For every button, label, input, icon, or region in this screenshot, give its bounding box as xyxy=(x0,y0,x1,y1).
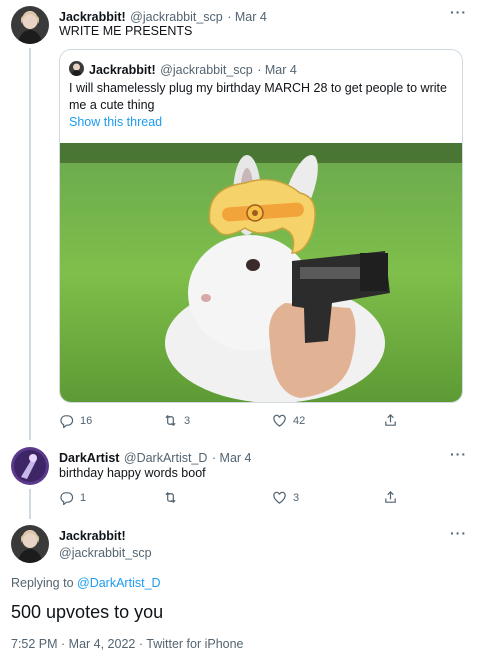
tweet1-time[interactable]: · Mar 4 xyxy=(227,10,267,24)
reply-icon xyxy=(60,492,74,505)
more-dots-icon[interactable]: ··· xyxy=(450,446,467,462)
tweet1-author-name[interactable]: Jackrabbit! xyxy=(59,10,126,24)
avatar-jackrabbit[interactable] xyxy=(11,6,49,44)
tweet1-retweet-count: 3 xyxy=(184,414,191,427)
tweet1-retweet-action[interactable]: 3 xyxy=(163,413,190,428)
main-author-name[interactable]: Jackrabbit! xyxy=(59,529,126,543)
share-icon xyxy=(385,491,396,503)
heart-icon xyxy=(273,491,286,504)
quote-header: Jackrabbit! @jackrabbit_scp · Mar 4 xyxy=(89,61,297,79)
tweet1-reply-count: 16 xyxy=(80,414,93,427)
tweet1-reply-action[interactable]: 16 xyxy=(59,413,92,428)
quoted-tweet[interactable]: Jackrabbit! @jackrabbit_scp · Mar 4 I wi… xyxy=(59,49,463,403)
tweet1-text: WRITE ME PRESENTS xyxy=(59,24,193,38)
avatar-jackrabbit-main[interactable] xyxy=(11,525,49,563)
thread-line-2 xyxy=(29,489,31,519)
reply-icon xyxy=(60,415,74,428)
main-timestamp[interactable]: 7:52 PM · Mar 4, 2022 · Twitter for iPho… xyxy=(11,637,244,651)
retweet-icon xyxy=(165,414,176,427)
share-icon xyxy=(385,414,396,426)
tweet2-author-name[interactable]: DarkArtist xyxy=(59,451,119,465)
tweet2-header: DarkArtist @DarkArtist_D · Mar 4 xyxy=(59,449,251,467)
quote-image[interactable] xyxy=(60,143,462,402)
tweet2-time[interactable]: · Mar 4 xyxy=(212,451,252,465)
tweet2-retweet-action[interactable] xyxy=(163,490,184,505)
thread-line xyxy=(29,48,31,440)
quote-author-name: Jackrabbit! xyxy=(89,63,156,77)
tweet1-author-handle[interactable]: @jackrabbit_scp xyxy=(130,10,223,24)
quote-time: · Mar 4 xyxy=(257,63,297,77)
retweet-icon xyxy=(165,491,176,504)
tweet1-like-action[interactable]: 42 xyxy=(272,413,305,428)
avatar-darkartist[interactable] xyxy=(11,447,49,485)
tweet2-like-count: 3 xyxy=(293,491,300,504)
quote-text: I will shamelessly plug my birthday MARC… xyxy=(69,81,447,112)
tweet2-reply-action[interactable]: 1 xyxy=(59,490,86,505)
replying-to-link[interactable]: @DarkArtist_D xyxy=(77,576,161,590)
more-dots-icon[interactable]: ··· xyxy=(450,4,467,20)
tweet2-like-action[interactable]: 3 xyxy=(272,490,299,505)
quote-author-handle: @jackrabbit_scp xyxy=(160,63,253,77)
tweet2-text: birthday happy words boof xyxy=(59,466,206,480)
heart-icon xyxy=(273,414,286,427)
quote-avatar xyxy=(69,61,84,76)
main-author-handle[interactable]: @jackrabbit_scp xyxy=(59,546,152,560)
tweet2-share-action[interactable] xyxy=(383,490,398,505)
show-thread-link[interactable]: Show this thread xyxy=(69,115,162,129)
replying-prefix: Replying to xyxy=(11,576,78,590)
main-tweet-text: 500 upvotes to you xyxy=(11,602,164,622)
tweet1-like-count: 42 xyxy=(293,414,306,427)
tweet1-share-action[interactable] xyxy=(383,413,398,428)
tweet2-author-handle[interactable]: @DarkArtist_D xyxy=(124,451,208,465)
more-dots-icon[interactable]: ··· xyxy=(450,525,467,541)
replying-to: Replying to @DarkArtist_D xyxy=(11,576,161,590)
tweet2-reply-count: 1 xyxy=(80,491,87,504)
